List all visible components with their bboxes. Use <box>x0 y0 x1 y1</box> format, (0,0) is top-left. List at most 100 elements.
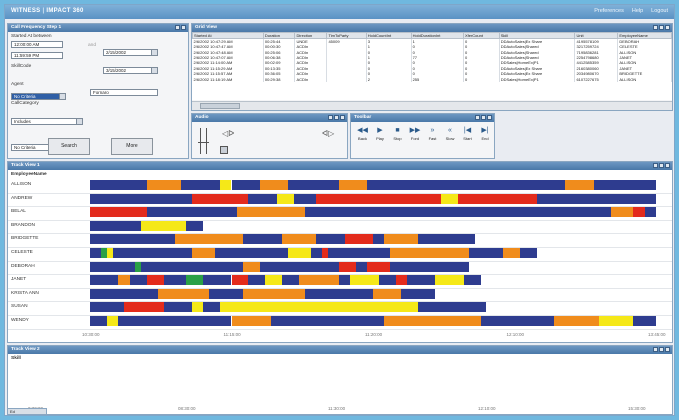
call-segment[interactable] <box>599 316 634 326</box>
call-segment[interactable] <box>90 248 102 258</box>
call-segment[interactable] <box>191 193 249 204</box>
call-segment[interactable] <box>367 261 390 272</box>
call-segment[interactable] <box>327 248 390 258</box>
call-segment[interactable] <box>157 288 209 299</box>
maximize-icon[interactable] <box>659 163 664 168</box>
call-segment[interactable] <box>112 248 192 258</box>
preferences-link[interactable]: Preferences <box>594 8 624 14</box>
call-segment[interactable] <box>339 261 356 272</box>
call-segment[interactable] <box>259 180 289 190</box>
call-segment[interactable] <box>265 275 283 286</box>
call-segment[interactable] <box>401 288 436 299</box>
call-segment[interactable] <box>220 302 419 313</box>
maximize-icon[interactable] <box>659 25 664 30</box>
call-segment[interactable] <box>418 302 487 313</box>
horizontal-scrollbar[interactable] <box>192 101 672 110</box>
call-segment[interactable] <box>644 207 656 218</box>
call-segment[interactable] <box>384 316 481 326</box>
close-icon[interactable] <box>665 163 670 168</box>
call-segment[interactable] <box>242 261 260 272</box>
call-segment[interactable] <box>293 193 317 204</box>
call-segment[interactable] <box>140 220 187 231</box>
play-button[interactable]: ▶ Play <box>372 125 389 145</box>
minimize-icon[interactable] <box>653 347 658 352</box>
speaker-right-icon[interactable]: ᐊ▷ <box>322 129 334 138</box>
call-segment[interactable] <box>440 193 458 204</box>
call-segment[interactable] <box>118 316 232 326</box>
speaker-left-icon[interactable]: ◁ᐅ <box>222 129 234 138</box>
call-segment[interactable] <box>406 275 436 286</box>
call-segment[interactable] <box>310 248 323 258</box>
call-segment[interactable] <box>373 234 385 245</box>
close-icon[interactable] <box>181 25 186 30</box>
call-segment[interactable] <box>106 316 119 326</box>
call-segment[interactable] <box>90 316 107 326</box>
minimize-icon[interactable] <box>475 115 480 120</box>
call-segment[interactable] <box>435 275 464 286</box>
call-segment[interactable] <box>146 207 238 218</box>
call-segment[interactable] <box>146 275 164 286</box>
maximize-icon[interactable] <box>659 347 664 352</box>
call-segment[interactable] <box>457 193 538 204</box>
call-segment[interactable] <box>242 288 306 299</box>
call-segment[interactable] <box>248 275 266 286</box>
call-segment[interactable] <box>231 275 249 286</box>
skill-select[interactable]: No Criteria <box>11 93 66 100</box>
call-segment[interactable] <box>469 248 504 258</box>
close-icon[interactable] <box>665 25 670 30</box>
end-date-select[interactable]: 3/15/2002 <box>103 67 158 74</box>
maximize-icon[interactable] <box>481 115 486 120</box>
call-segment[interactable] <box>299 275 340 286</box>
slow-button[interactable]: « Slow <box>442 125 459 145</box>
close-icon[interactable] <box>665 347 670 352</box>
call-segment[interactable] <box>593 180 656 190</box>
minimize-icon[interactable] <box>175 25 180 30</box>
call-segment[interactable] <box>231 316 272 326</box>
call-segment[interactable] <box>237 207 306 218</box>
call-segment[interactable] <box>503 248 521 258</box>
more-button[interactable]: More <box>111 138 153 155</box>
minimized-tray[interactable]: Ed <box>7 408 47 415</box>
call-segment[interactable] <box>203 275 232 286</box>
call-segment[interactable] <box>350 275 379 286</box>
call-segment[interactable] <box>191 302 204 313</box>
call-segment[interactable] <box>90 234 175 245</box>
close-icon[interactable] <box>487 115 492 120</box>
call-segment[interactable] <box>186 220 204 231</box>
call-segment[interactable] <box>633 316 656 326</box>
minimize-icon[interactable] <box>653 25 658 30</box>
call-segment[interactable] <box>463 275 481 286</box>
call-segment[interactable] <box>90 180 147 190</box>
call-segment[interactable] <box>554 316 600 326</box>
start-button[interactable]: |◀ Start <box>459 125 476 145</box>
call-segment[interactable] <box>565 180 594 190</box>
call-segment[interactable] <box>90 207 147 218</box>
call-segment[interactable] <box>242 234 283 245</box>
table-row[interactable]: 2/6/2002 11:18:19 AM 00:29:38 ACDIn 2 255 0 DD… <box>192 76 672 82</box>
call-segment[interactable] <box>537 193 656 204</box>
call-segment[interactable] <box>90 275 119 286</box>
start-date-select[interactable]: 2/15/2002 <box>103 49 158 56</box>
ford-button[interactable]: ▶▶ Ford <box>407 125 424 145</box>
call-segment[interactable] <box>203 302 221 313</box>
call-segment[interactable] <box>271 316 385 326</box>
logout-link[interactable]: Logout <box>651 8 668 14</box>
minimize-icon[interactable] <box>328 115 333 120</box>
call-segment[interactable] <box>389 248 470 258</box>
call-segment[interactable] <box>129 275 147 286</box>
call-segment[interactable] <box>356 261 368 272</box>
call-segment[interactable] <box>344 234 373 245</box>
trash-icon[interactable] <box>220 146 228 154</box>
call-segment[interactable] <box>339 275 351 286</box>
call-segment[interactable] <box>118 275 130 286</box>
call-segment[interactable] <box>633 207 645 218</box>
call-segment[interactable] <box>339 180 368 190</box>
call-segment[interactable] <box>378 275 396 286</box>
call-segment[interactable] <box>316 193 441 204</box>
end-time-input[interactable]: 11:59:59 PM <box>11 52 63 59</box>
call-segment[interactable] <box>174 234 243 245</box>
call-segment[interactable] <box>140 261 243 272</box>
call-segment[interactable] <box>90 220 141 231</box>
call-segment[interactable] <box>316 234 345 245</box>
search-button[interactable]: Search <box>48 138 90 155</box>
